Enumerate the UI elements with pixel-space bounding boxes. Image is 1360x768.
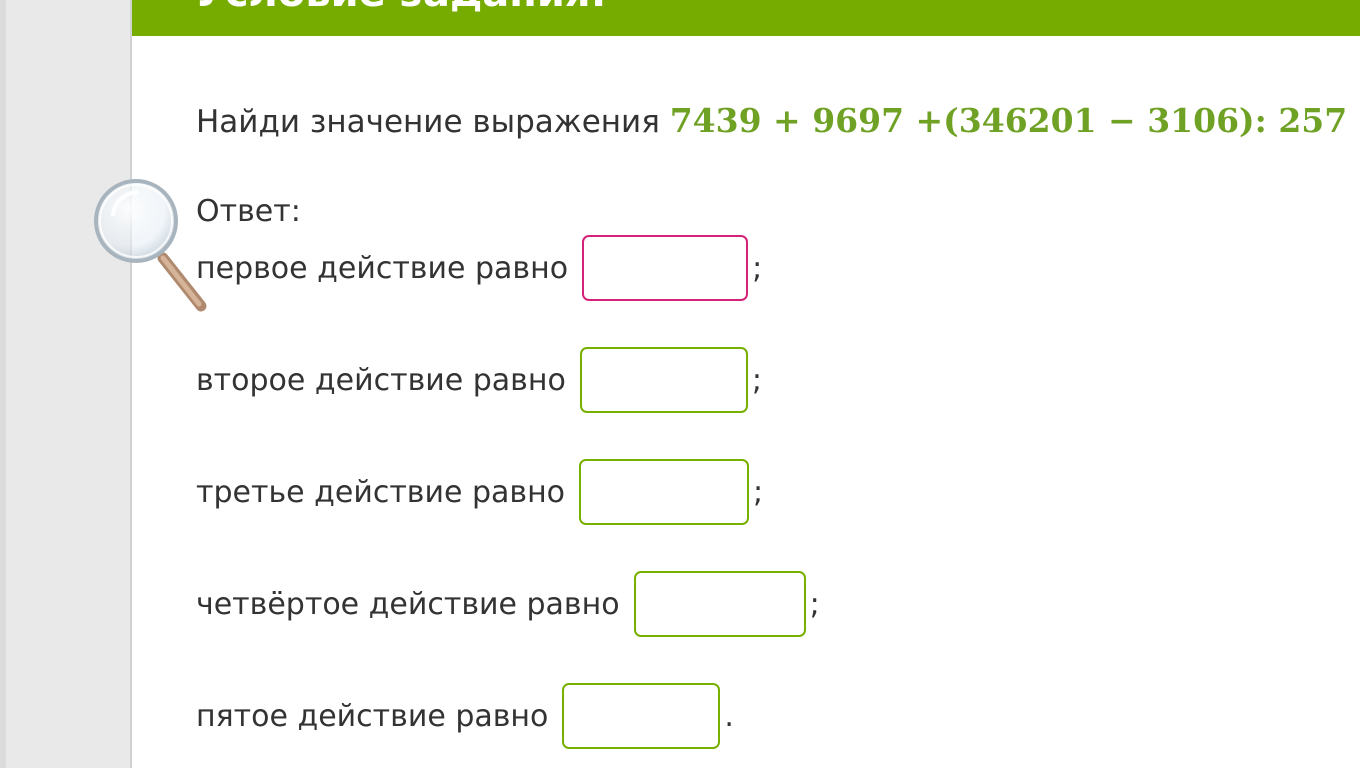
- step-input-2[interactable]: [579, 347, 748, 413]
- step-row-4: четвёртое действие равно ;: [196, 571, 820, 637]
- step-punct-3: ;: [753, 474, 764, 510]
- step-punct-5: .: [724, 698, 734, 734]
- step-punct-2: ;: [751, 362, 762, 398]
- magnifier-icon[interactable]: [93, 178, 213, 314]
- step-row-2: второе действие равно ;: [196, 347, 762, 413]
- step-row-5: пятое действие равно .: [196, 683, 734, 749]
- step-input-1[interactable]: [582, 235, 749, 301]
- step-input-5[interactable]: [562, 683, 721, 749]
- step-row-1: первое действие равно ;: [196, 235, 762, 301]
- step-row-3: третье действие равно ;: [196, 459, 763, 525]
- task-prompt: Найди значение выражения: [196, 104, 660, 140]
- step-label-1: первое действие равно: [196, 250, 569, 286]
- left-edge: [0, 0, 6, 768]
- step-label-4: четвёртое действие равно: [196, 586, 620, 622]
- header-bar: Условие задания:: [132, 0, 1360, 36]
- step-input-3[interactable]: [579, 459, 750, 525]
- step-punct-1: ;: [752, 250, 763, 286]
- step-label-2: второе действие равно: [196, 362, 566, 398]
- task-expression: 7439 + 9697 +(346201 − 3106): 257 : 5: [669, 101, 1360, 140]
- step-label-5: пятое действие равно: [196, 698, 549, 734]
- step-label-3: третье действие равно: [196, 474, 566, 510]
- left-gutter: [0, 0, 132, 768]
- step-input-4[interactable]: [633, 571, 806, 637]
- task-text: Найди значение выражения 7439 + 9697 +(3…: [196, 101, 1360, 140]
- step-punct-4: ;: [809, 586, 820, 622]
- header-title: Условие задания:: [194, 0, 607, 16]
